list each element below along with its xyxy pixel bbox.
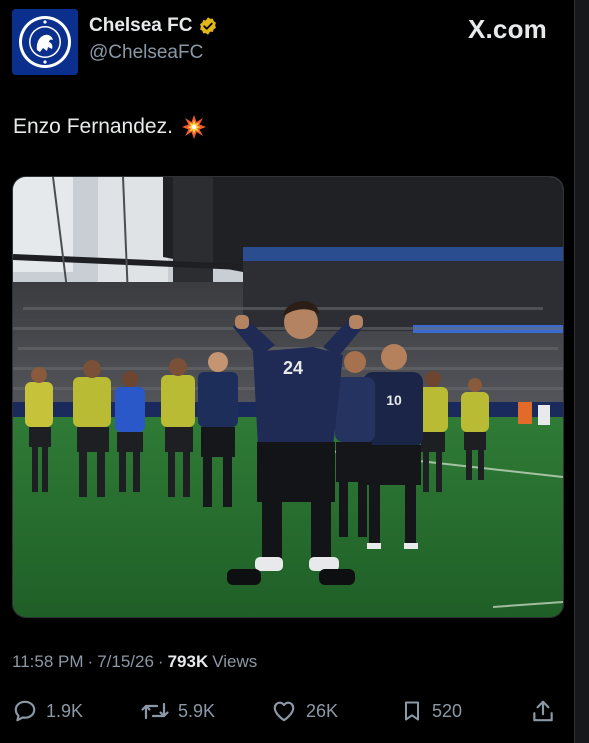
account-handle[interactable]: @ChelseaFC: [89, 42, 203, 64]
bookmark-button[interactable]: 520: [400, 698, 462, 724]
views-label: Views: [212, 652, 258, 671]
tweet-time[interactable]: 11:58 PM: [12, 652, 84, 672]
avatar[interactable]: [12, 9, 78, 75]
account-name-row[interactable]: Chelsea FC: [89, 15, 218, 37]
reply-count: 1.9K: [46, 700, 84, 721]
tweet-photo[interactable]: 10 24: [12, 176, 564, 618]
display-name[interactable]: Chelsea FC: [89, 15, 192, 37]
bookmark-icon: [400, 698, 424, 724]
like-button[interactable]: 26K: [270, 698, 338, 724]
tweet-text-body: Enzo Fernandez.: [13, 115, 173, 138]
meta-separator: ·: [157, 652, 164, 671]
tweet-text: Enzo Fernandez.: [13, 114, 207, 140]
like-count: 26K: [306, 700, 339, 721]
verified-badge-icon: [198, 16, 218, 36]
repost-icon: [140, 698, 170, 724]
tweet-date[interactable]: 7/15/26: [97, 652, 154, 672]
repost-button[interactable]: 5.9K: [140, 698, 215, 724]
jersey-number-left: 10: [386, 392, 402, 408]
reply-button[interactable]: 1.9K: [12, 698, 83, 724]
action-bar: 1.9K 5.9K 26K 520: [12, 698, 560, 728]
jersey-number-main: 24: [283, 358, 303, 378]
collision-burst-icon: [181, 114, 207, 140]
side-panel-edge: [574, 0, 589, 743]
x-brand-logo: X.com: [467, 14, 547, 44]
tweet-screen: Chelsea FC @ChelseaFC X.com Enzo Fernand…: [0, 0, 589, 743]
share-icon: [530, 698, 556, 724]
repost-count: 5.9K: [178, 700, 216, 721]
bookmark-count: 520: [432, 700, 463, 721]
share-button[interactable]: [530, 698, 556, 724]
tweet-meta: 11:58 PM · 7/15/26 · 793K Views: [12, 652, 257, 672]
views-count: 793K: [167, 652, 209, 671]
heart-icon: [270, 698, 298, 724]
meta-separator: ·: [87, 652, 94, 671]
reply-icon: [12, 698, 38, 724]
